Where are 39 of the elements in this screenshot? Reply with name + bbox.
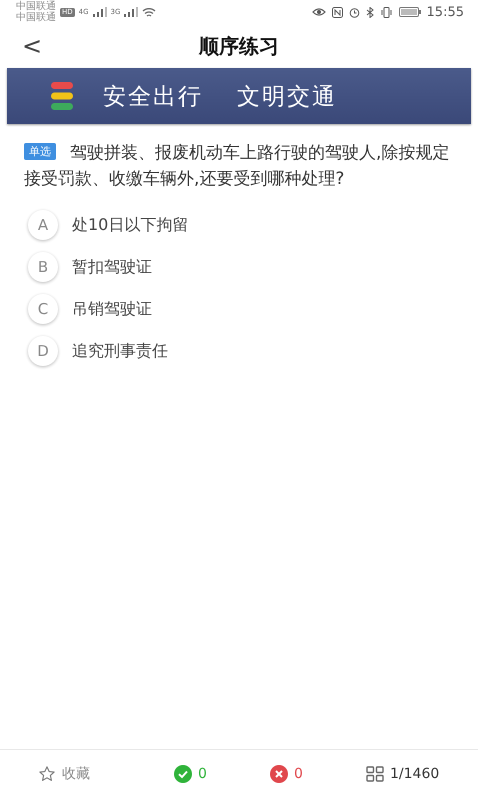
vibrate-icon [380, 6, 393, 18]
bluetooth-icon [366, 6, 374, 18]
answer-option[interactable]: B 暂扣驾驶证 [28, 250, 478, 284]
carrier-name: 中国联通 [16, 1, 56, 12]
banner-slogan: 安全出行 [103, 82, 203, 112]
nfc-icon [332, 6, 343, 18]
answer-option[interactable]: C 吊销驾驶证 [28, 292, 478, 326]
check-icon [174, 765, 192, 783]
star-icon [38, 765, 56, 783]
favorite-button[interactable]: 收藏 [38, 765, 174, 783]
option-letter: D [28, 336, 58, 366]
wrong-count: 0 [294, 766, 303, 782]
option-text: 追究刑事责任 [72, 340, 168, 362]
answer-option[interactable]: D 追究刑事责任 [28, 334, 478, 368]
alarm-icon [348, 6, 360, 18]
option-letter: C [28, 294, 58, 324]
clock-time: 15:55 [426, 4, 464, 20]
signal-icon [124, 7, 138, 17]
option-letter: A [28, 210, 58, 240]
question-text: 单选 驾驶拼装、报废机动车上路行驶的驾驶人,除按规定接受罚款、收缴车辆外,还要受到哪种处理? [24, 142, 450, 191]
option-text: 处10日以下拘留 [72, 214, 188, 236]
carrier-name: 中国联通 [16, 12, 56, 23]
signal-icon [92, 7, 107, 17]
option-text: 暂扣驾驶证 [72, 256, 152, 278]
question-type-tag: 单选 [24, 143, 56, 160]
eye-icon [312, 7, 326, 17]
wifi-icon [142, 6, 156, 18]
correct-count: 0 [198, 766, 207, 782]
answer-option[interactable]: A 处10日以下拘留 [28, 208, 478, 242]
battery-icon [398, 7, 421, 17]
progress-button[interactable]: 1/1460 [366, 766, 440, 782]
option-text: 吊销驾驶证 [72, 298, 152, 320]
banner-slogan: 文明交通 [237, 82, 337, 112]
traffic-light-icon [51, 82, 73, 110]
grid-icon [366, 766, 384, 782]
cross-icon [270, 765, 288, 783]
back-button[interactable]: < [16, 32, 48, 60]
option-letter: B [28, 252, 58, 282]
page-title: 顺序练习 [199, 32, 279, 60]
